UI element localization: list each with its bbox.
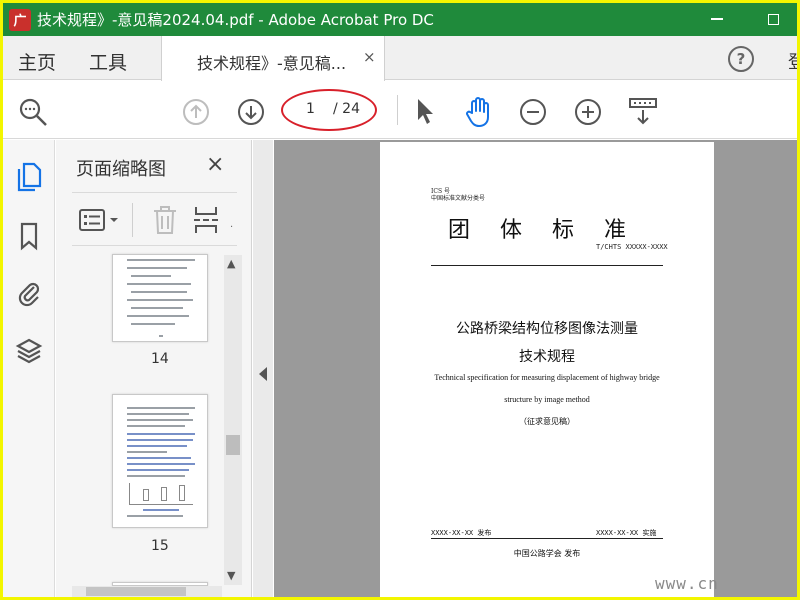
navigation-rail [3,140,55,597]
panel-toolbar: . [72,192,237,246]
insert-page-icon[interactable] [192,204,222,236]
classification-label: 中国标准文献分类号 [431,195,486,202]
close-tab-button[interactable]: × [363,48,376,66]
document-view: ICS 号 中国标准文献分类号 团体标准 T/CHTS XXXXX-XXXX 公… [274,140,797,597]
panel-title: 页面缩略图 [76,159,166,180]
window-title: 技术规程》-意见稿2024.04.pdf - Adobe Acrobat Pro… [37,11,434,29]
zoom-out-icon[interactable] [518,97,548,127]
document-tab[interactable]: 技术规程》-意见稿... × [161,36,385,81]
maximize-icon [767,13,779,25]
english-title-line2: structure by image method [504,395,590,404]
next-page-icon[interactable] [236,97,266,127]
more-tools-dot: . [230,219,234,230]
document-title-line1: 公路桥梁结构位移图像法测量 [456,321,638,337]
document-title-line2: 技术规程 [519,349,575,365]
footer-rule [431,538,663,539]
acrobat-window: 广 技术规程》-意见稿2024.04.pdf - Adobe Acrobat P… [3,3,797,597]
previous-page-icon[interactable] [181,97,211,127]
page-thumbnails-icon[interactable] [15,160,43,192]
minimize-icon [711,18,723,20]
page-thumbnail[interactable] [112,394,208,528]
menu-bar: 主页 工具 技术规程》-意见稿... × ? 登 [3,36,797,81]
attachment-icon[interactable] [15,277,43,309]
thumbnail-scrollbar[interactable]: ▲ ▼ [224,255,242,585]
scroll-up-icon[interactable]: ▲ [227,257,235,270]
scroll-down-icon[interactable]: ▼ [227,569,235,582]
scroll-mode-icon[interactable] [627,95,659,129]
publisher: 中国公路学会 发布 [513,549,581,558]
help-button[interactable]: ? [728,46,754,72]
menu-tools[interactable]: 工具 [89,48,127,75]
bookmark-icon[interactable] [15,220,43,252]
thumbnail-panel: 页面缩略图 × . 14 15 ▲ ▼ [56,140,252,597]
implement-date: XXXX-XX-XX 实施 [596,529,657,537]
standard-heading: 团体标准 [448,218,657,243]
horizontal-scrollbar[interactable] [72,586,222,597]
panel-tool-divider [132,203,133,237]
collapse-arrow-icon[interactable] [259,367,267,381]
toolbar: 1 / 24 [3,81,797,139]
hand-tool-icon[interactable] [463,95,495,129]
maximize-button[interactable] [759,7,787,31]
thumbnail-options-icon[interactable] [78,206,124,234]
pdf-page: ICS 号 中国标准文献分类号 团体标准 T/CHTS XXXXX-XXXX 公… [380,142,714,597]
delete-page-icon[interactable] [150,204,180,236]
app-logo-icon: 广 [9,8,31,31]
thumbnail-page-number: 15 [151,538,169,554]
title-bar: 广 技术规程》-意见稿2024.04.pdf - Adobe Acrobat P… [3,3,797,36]
sign-in-link[interactable]: 登 [788,48,797,74]
english-title-line1: Technical specification for measuring di… [434,373,660,382]
document-tab-label: 技术规程》-意见稿... [197,54,347,73]
layers-icon[interactable] [15,336,43,368]
header-rule [431,265,663,266]
help-icon: ? [736,50,746,68]
issue-date: XXXX-XX-XX 发布 [431,529,492,537]
thumbnail-page-number: 14 [151,351,169,367]
toolbar-divider [397,95,398,125]
menu-home[interactable]: 主页 [18,48,56,75]
scrollbar-thumb[interactable] [226,435,240,455]
page-thumbnail[interactable] [112,254,208,342]
search-icon[interactable] [17,96,51,130]
watermark-text: www.cn [655,574,719,593]
horizontal-scrollbar-thumb[interactable] [86,587,186,596]
close-panel-button[interactable]: × [206,152,224,177]
standard-code: T/CHTS XXXXX-XXXX [596,243,668,251]
draft-label: （征求意见稿） [519,417,575,426]
annotation-ellipse [281,89,377,131]
zoom-in-icon[interactable] [573,97,603,127]
minimize-button[interactable] [703,7,731,31]
select-cursor-icon[interactable] [413,96,437,128]
